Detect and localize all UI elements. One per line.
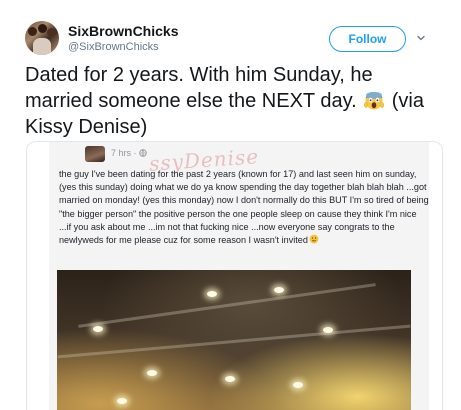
ceiling-photo <box>57 270 411 410</box>
globe-icon <box>139 149 147 157</box>
avatar[interactable] <box>25 21 59 55</box>
facebook-post-screenshot: 7 hrs · ssyDenise the guy I've been dati… <box>49 142 429 410</box>
tweet-text-main: Dated for 2 years. With him Sunday, he m… <box>25 64 373 112</box>
face-emoji-icon <box>309 234 319 244</box>
post-body: the guy I've been dating for the past 2 … <box>59 168 431 247</box>
follow-button[interactable]: Follow <box>329 26 406 52</box>
tweet-card: SixBrownChicks @SixBrownChicks Follow Da… <box>0 0 461 410</box>
user-handle[interactable]: @SixBrownChicks <box>68 41 159 53</box>
display-name[interactable]: SixBrownChicks <box>68 23 178 39</box>
post-timestamp-text: 7 hrs · <box>111 148 140 158</box>
post-body-text: the guy I've been dating for the past 2 … <box>59 169 429 246</box>
post-author-avatar <box>85 146 105 162</box>
post-timestamp: 7 hrs · <box>111 148 147 158</box>
chevron-down-icon[interactable] <box>416 33 426 43</box>
screaming-face-icon <box>364 92 385 110</box>
tweet-text: Dated for 2 years. With him Sunday, he m… <box>25 62 445 140</box>
media-attachment[interactable]: 7 hrs · ssyDenise the guy I've been dati… <box>26 141 443 410</box>
